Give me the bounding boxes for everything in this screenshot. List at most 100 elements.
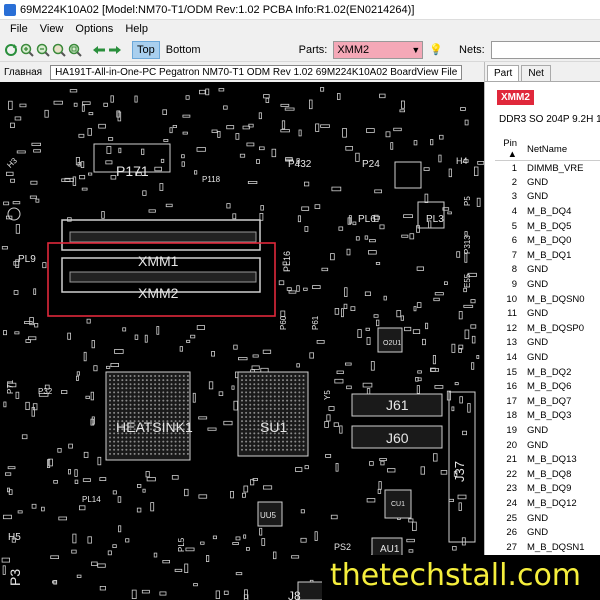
smd-component[interactable] [93,365,98,372]
table-row[interactable]: 20 GND [495,438,600,453]
smd-component[interactable] [272,551,277,560]
smd-component[interactable] [296,363,300,368]
smd-component[interactable] [25,401,30,410]
smd-component[interactable] [154,166,162,172]
smd-component[interactable] [458,502,462,511]
smd-component[interactable] [122,327,127,332]
smd-component[interactable] [260,205,264,211]
smd-component[interactable] [110,362,120,367]
smd-component[interactable] [471,335,476,344]
smd-component[interactable] [141,148,145,155]
smd-component[interactable] [301,206,310,211]
smd-component[interactable] [470,324,477,329]
smd-component[interactable] [71,549,77,554]
smd-component[interactable] [251,365,260,370]
smd-component[interactable] [79,505,86,511]
smd-component[interactable] [13,290,19,295]
smd-component[interactable] [112,490,117,495]
smd-component[interactable] [244,589,248,599]
table-row[interactable]: 23 M_B_DQ9 [495,482,600,497]
smd-component[interactable] [459,396,463,404]
smd-component[interactable] [207,427,217,431]
smd-component[interactable] [366,498,376,503]
top-side-button[interactable]: Top [132,40,160,59]
smd-component[interactable] [226,125,235,130]
smd-component[interactable] [364,291,371,296]
table-row[interactable]: 19 GND [495,423,600,438]
smd-component[interactable] [246,142,255,147]
smd-component[interactable] [452,545,457,551]
smd-component[interactable] [344,362,352,366]
smd-component[interactable] [460,107,466,111]
smd-component[interactable] [423,167,430,171]
smd-component[interactable] [366,337,371,345]
smd-component[interactable] [118,147,122,154]
smd-component[interactable] [451,406,455,412]
smd-component[interactable] [33,288,37,295]
smd-component[interactable] [424,193,429,203]
smd-component[interactable] [464,119,469,126]
smd-component[interactable] [328,406,335,411]
smd-component[interactable] [193,170,198,175]
table-row[interactable]: 15 M_B_DQ2 [495,365,600,380]
smd-component[interactable] [118,525,122,533]
smd-component[interactable] [457,494,467,500]
smd-component[interactable] [35,198,40,203]
smd-component[interactable] [357,329,362,339]
smd-component[interactable] [223,105,228,110]
smd-component[interactable] [105,160,113,165]
smd-component[interactable] [448,168,452,178]
smd-component[interactable] [82,101,91,105]
smd-component[interactable] [142,190,147,196]
smd-component[interactable] [1,246,8,250]
smd-component[interactable] [198,416,208,420]
smd-component[interactable] [464,231,468,236]
smd-component[interactable] [57,447,62,453]
smd-component[interactable] [3,514,12,520]
smd-component[interactable] [433,297,440,302]
table-row[interactable]: 18 M_B_DQ3 [495,409,600,424]
smd-component[interactable] [99,477,107,482]
smd-component[interactable] [377,488,382,494]
smd-component[interactable] [385,131,391,138]
smd-component[interactable] [252,354,259,358]
smd-component[interactable] [87,536,92,544]
smd-component[interactable] [88,172,93,176]
smd-component[interactable] [343,303,348,309]
smd-component[interactable] [76,375,79,381]
smd-component[interactable] [256,159,260,164]
smd-component[interactable] [321,267,329,272]
smd-component[interactable] [141,589,150,594]
smd-component[interactable] [300,509,305,514]
bulb-icon[interactable]: 💡 [429,43,443,56]
smd-component[interactable] [17,510,23,514]
table-row[interactable]: 25 GND [495,511,600,526]
smd-component[interactable] [61,390,68,394]
smd-component[interactable] [211,129,218,133]
smd-component[interactable] [12,201,21,205]
smd-component[interactable] [245,547,250,551]
menu-view[interactable]: View [34,23,70,35]
heatsink1-package[interactable] [105,371,191,461]
smd-component[interactable] [231,385,235,390]
smd-component[interactable] [215,590,220,599]
smd-component[interactable] [416,385,420,394]
smd-component[interactable] [473,166,479,177]
smd-component[interactable] [106,365,111,369]
smd-component[interactable] [334,378,344,384]
smd-component[interactable] [33,149,41,153]
smd-component[interactable] [53,479,58,484]
smd-component[interactable] [41,506,45,512]
smd-component[interactable] [367,250,377,255]
smd-component[interactable] [434,385,444,389]
smd-component[interactable] [7,466,16,470]
zoom-fit-icon[interactable] [52,42,66,58]
pl6-cap[interactable] [394,161,422,189]
smd-component[interactable] [198,494,208,499]
smd-component[interactable] [184,563,189,574]
smd-component[interactable] [364,235,369,240]
smd-component[interactable] [5,472,12,476]
smd-component[interactable] [417,370,422,374]
table-row[interactable]: 9 GND [495,277,600,292]
smd-component[interactable] [125,538,130,543]
